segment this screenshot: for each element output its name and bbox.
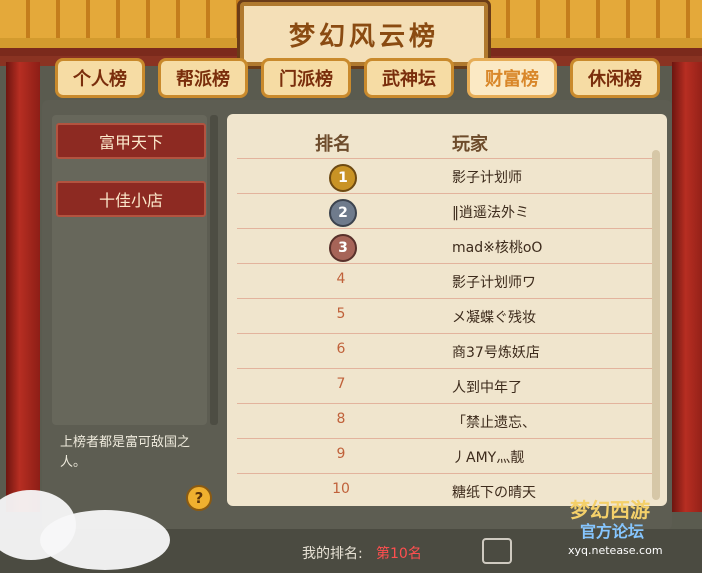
player-name: mad※核桃oO [452, 240, 543, 256]
rank-column-header: 排名 [315, 134, 351, 155]
tab-personal[interactable]: 个人榜 [55, 58, 145, 98]
watermark-sub2: xyq.netease.com [568, 544, 663, 557]
table-row[interactable]: 3 mad※核桃oO [237, 228, 657, 263]
sidebar-note: 上榜者都是富可敌国之人。 [60, 435, 191, 470]
watermark-sub1: 官方论坛 [580, 522, 645, 541]
table-row[interactable]: 7 人到中年了 [237, 368, 657, 403]
player-name: ‖逍遥法外ミ [452, 205, 529, 221]
player-name: 「禁止遗忘、 [452, 415, 536, 431]
rank-number: 6 [336, 341, 346, 357]
rank-number: 9 [336, 446, 346, 462]
rank-number: 10 [332, 481, 350, 497]
player-name: 人到中年了 [452, 380, 522, 396]
player-name: 商37号炼妖店 [452, 345, 540, 361]
rank-number: 7 [336, 376, 346, 392]
rank-number: 4 [336, 271, 346, 287]
tab-bar: 个人榜 帮派榜 门派榜 武神坛 财富榜 休闲榜 [55, 58, 660, 98]
sidebar: 富甲天下 十佳小店 上榜者都是富可敌国之人。 [52, 115, 222, 515]
right-pillar [672, 62, 702, 512]
player-name: 影子计划师ワ [452, 275, 536, 291]
my-rank-label: 我的排名: [302, 546, 363, 562]
rank-number: 5 [336, 306, 346, 322]
player-column-header: 玩家 [452, 134, 488, 155]
page-title: 梦幻风云榜 [240, 2, 488, 66]
ranking-scrollbar[interactable] [652, 150, 660, 500]
tab-war-god[interactable]: 武神坛 [364, 58, 454, 98]
watermark: 梦幻西游 官方论坛 xyq.netease.com [560, 494, 700, 566]
sidebar-button-top-shops[interactable]: 十佳小店 [56, 181, 206, 217]
gold-medal-icon: 1 [329, 164, 357, 192]
tab-guild[interactable]: 帮派榜 [158, 58, 248, 98]
cloud-decoration [40, 510, 170, 570]
tab-sect[interactable]: 门派榜 [261, 58, 351, 98]
tab-wealth[interactable]: 财富榜 [467, 58, 557, 98]
ranking-header: 排名 玩家 [227, 122, 657, 160]
tab-leisure[interactable]: 休闲榜 [570, 58, 660, 98]
table-row[interactable]: 2 ‖逍遥法外ミ [237, 193, 657, 228]
silver-medal-icon: 2 [329, 199, 357, 227]
table-row[interactable]: 8 「禁止遗忘、 [237, 403, 657, 438]
player-name: メ凝蝶ぐ残妆 [452, 310, 536, 326]
player-name: 糖纸下の晴天 [452, 485, 536, 501]
rank-number: 8 [336, 411, 346, 427]
sidebar-button-rich[interactable]: 富甲天下 [56, 123, 206, 159]
my-rank-value: 第10名 [376, 546, 422, 562]
return-icon[interactable] [482, 538, 512, 564]
player-name: 丿AMY灬靓 [452, 450, 525, 466]
table-row[interactable]: 4 影子计划师ワ [237, 263, 657, 298]
player-name: 影子计划师 [452, 170, 522, 186]
left-pillar [6, 62, 40, 512]
table-row[interactable]: 9 丿AMY灬靓 [237, 438, 657, 473]
question-icon[interactable]: ? [186, 485, 212, 511]
table-row[interactable]: 5 メ凝蝶ぐ残妆 [237, 298, 657, 333]
table-row[interactable]: 1 影子计划师 [237, 158, 657, 193]
ranking-panel: 排名 玩家 1 影子计划师 2 ‖逍遥法外ミ 3 mad※核桃oO 4 影子计划… [227, 114, 667, 506]
bronze-medal-icon: 3 [329, 234, 357, 262]
table-row[interactable]: 6 商37号炼妖店 [237, 333, 657, 368]
ranking-rows: 1 影子计划师 2 ‖逍遥法外ミ 3 mad※核桃oO 4 影子计划师ワ 5 メ… [237, 158, 657, 508]
